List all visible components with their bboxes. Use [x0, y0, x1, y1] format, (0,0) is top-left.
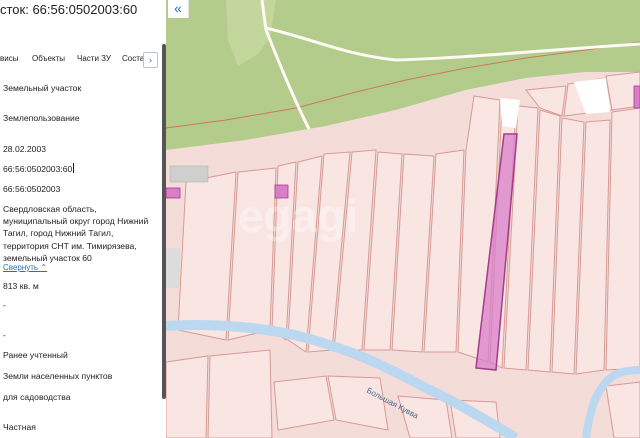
parcel[interactable] [273, 375, 335, 431]
map-canvas[interactable]: Большая Кувва egagi [166, 0, 640, 438]
double-chevron-left-icon: « [174, 0, 182, 16]
collapse-link-label: Свернуть [3, 263, 39, 272]
field-object-subtype: Землепользование [3, 113, 80, 123]
parcel[interactable] [207, 349, 273, 438]
parcel[interactable] [166, 355, 209, 438]
field-empty-2: - [3, 330, 6, 340]
info-panel: сток: 66:56:0502003:60 висы Объекты Част… [0, 0, 166, 438]
building [166, 248, 180, 288]
parcel[interactable] [605, 107, 640, 371]
tab-bar: висы Объекты Части ЗУ Соста › [0, 50, 160, 70]
field-area: 813 кв. м [3, 281, 39, 291]
text-cursor [73, 163, 75, 173]
tab-objects[interactable]: Объекты [32, 54, 65, 63]
tab-composition[interactable]: Соста [122, 54, 144, 63]
field-object-type: Земельный участок [3, 83, 82, 93]
field-empty-1: - [3, 300, 6, 310]
small-object [633, 85, 640, 109]
map-view[interactable]: Большая Кувва egagi [166, 0, 640, 438]
chevron-up-icon: ⌃ [40, 263, 48, 272]
watermark: egagi [238, 190, 358, 242]
field-address: Свердловская область, муниципальный окру… [3, 204, 149, 263]
field-permitted-use: для садоводства [3, 392, 71, 402]
small-object [166, 187, 181, 199]
collapse-panel-button[interactable]: « [168, 0, 189, 18]
cadastral-number-text: 66:56:0502003:60 [3, 164, 73, 174]
parcel[interactable] [177, 171, 237, 341]
field-registration-date: 28.02.2003 [3, 144, 47, 154]
field-land-category: Земли населенных пунктов [3, 371, 113, 381]
tab-svedeniya[interactable]: висы [0, 54, 18, 63]
panel-title: сток: 66:56:0502003:60 [0, 2, 138, 17]
field-ownership: Частная [3, 422, 36, 432]
building [169, 165, 209, 183]
field-status: Ранее учтенный [3, 350, 68, 360]
field-cadastral-quarter: 66:56:0502003 [3, 184, 61, 194]
collapse-link[interactable]: Свернуть ⌃ [3, 263, 47, 272]
tab-parts[interactable]: Части ЗУ [77, 54, 111, 63]
tabs-next-button[interactable]: › [143, 52, 158, 68]
field-cadastral-number[interactable]: 66:56:0502003:60 [3, 163, 75, 174]
